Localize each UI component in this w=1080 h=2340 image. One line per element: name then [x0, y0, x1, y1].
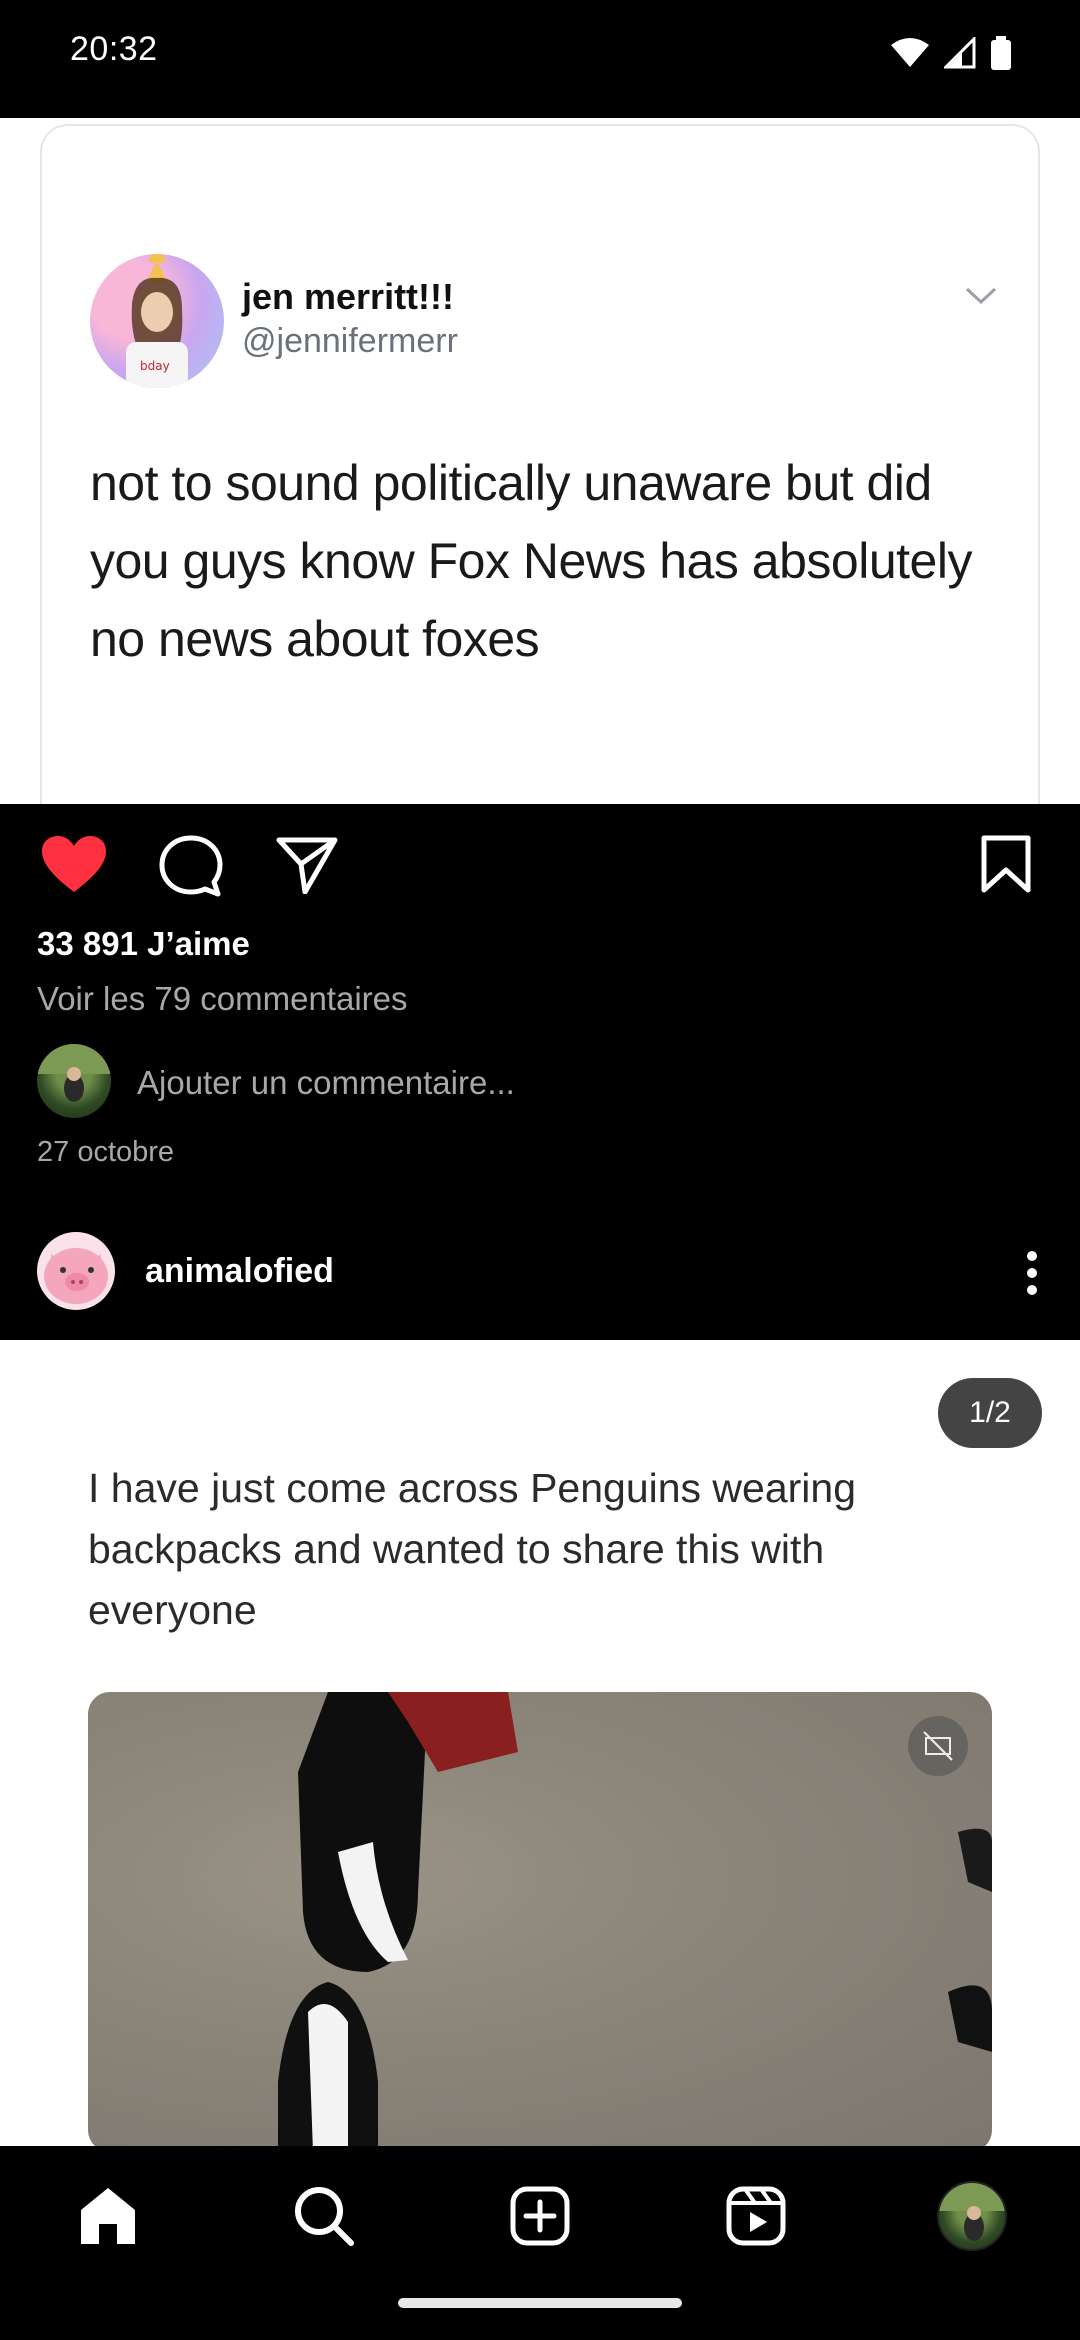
search-icon[interactable]	[284, 2176, 364, 2256]
status-bar: 20:32	[0, 0, 1080, 110]
mute-icon[interactable]	[908, 1716, 968, 1776]
battery-icon	[990, 36, 1012, 75]
penguin-video-still	[88, 1692, 992, 2146]
tweet-card: bday jen merritt!!! @jennifermerr not to…	[40, 124, 1040, 804]
tweet-avatar: bday	[90, 254, 224, 388]
reels-icon[interactable]	[716, 2176, 796, 2256]
like-count[interactable]: 33 891 J’aime	[37, 925, 250, 963]
tweet-author-handle: @jennifermerr	[242, 322, 458, 360]
post-image[interactable]: 1/2 I have just come across Penguins wea…	[0, 1340, 1080, 2146]
svg-text:bday: bday	[140, 359, 170, 373]
signal-icon	[942, 35, 976, 74]
bottom-navigation	[0, 2146, 1080, 2340]
status-time: 20:32	[70, 30, 158, 68]
heart-filled-icon[interactable]	[40, 834, 108, 899]
post-actions	[0, 804, 1080, 924]
paper-plane-icon[interactable]	[275, 834, 339, 899]
avatar	[37, 1044, 111, 1118]
bookmark-icon[interactable]	[980, 834, 1032, 899]
post-username[interactable]: animalofied	[145, 1252, 334, 1291]
add-comment-input[interactable]: Ajouter un commentaire...	[137, 1064, 515, 1102]
view-comments-link[interactable]: Voir les 79 commentaires	[37, 980, 408, 1018]
wifi-icon	[890, 37, 930, 74]
avatar[interactable]	[37, 1232, 115, 1310]
create-icon[interactable]	[500, 2176, 580, 2256]
chevron-down-icon	[964, 286, 998, 311]
comment-bubble-icon[interactable]	[158, 834, 224, 903]
page-counter: 1/2	[938, 1378, 1042, 1448]
more-vertical-icon[interactable]	[1024, 1250, 1040, 1301]
profile-avatar[interactable]	[932, 2176, 1012, 2256]
image-caption-text: I have just come across Penguins wearing…	[88, 1465, 857, 1633]
status-icons	[890, 35, 1012, 75]
post-image[interactable]: bday jen merritt!!! @jennifermerr not to…	[0, 118, 1080, 804]
post-header: animalofied	[0, 1220, 1080, 1340]
home-indicator[interactable]	[398, 2298, 682, 2308]
tweet-author-name: jen merritt!!!	[242, 276, 455, 317]
post-date: 27 octobre	[37, 1136, 175, 1168]
tweet-text: not to sound politically unaware but did…	[90, 455, 972, 667]
home-icon[interactable]	[68, 2176, 148, 2256]
